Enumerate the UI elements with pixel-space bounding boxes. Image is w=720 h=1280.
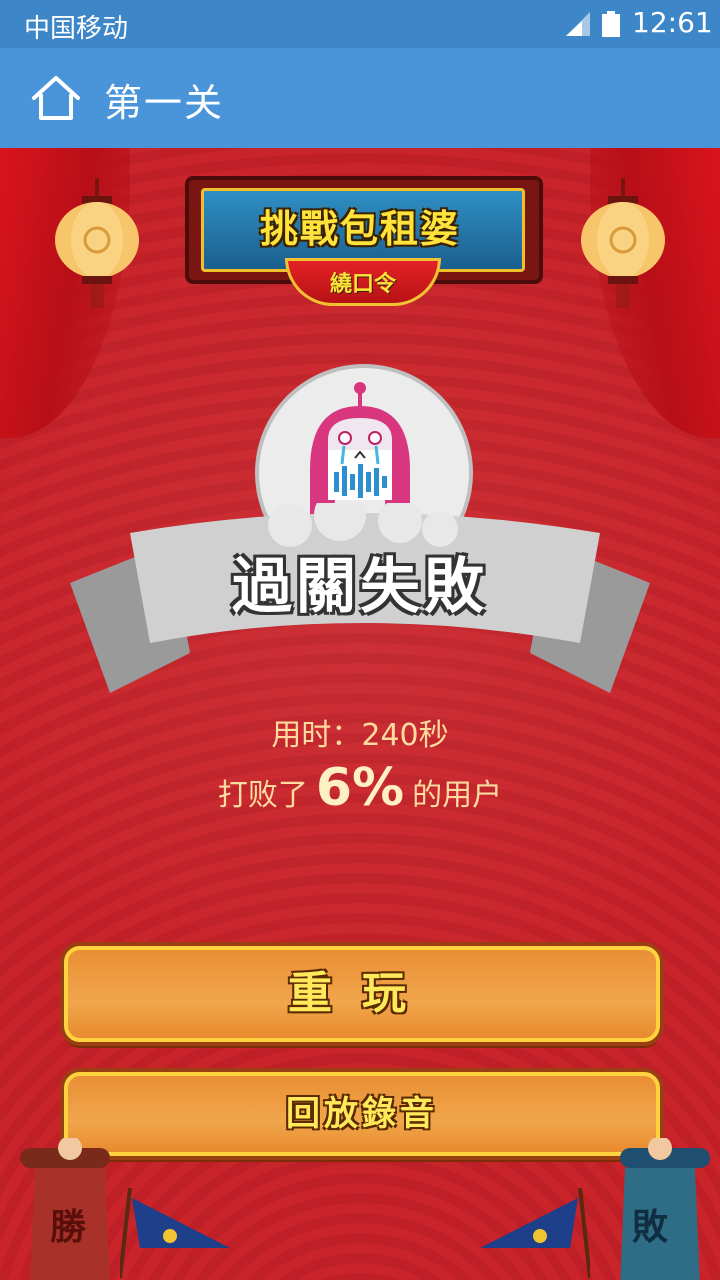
- game-stage: 挑戰包租婆 繞口令 過關失敗 用时：240秒 打败了 6% 的用户 重玩 回放錄…: [0, 148, 720, 1280]
- page-title: 第一关: [104, 81, 225, 125]
- clock: 12:61: [632, 6, 713, 39]
- flag-icon: [480, 1188, 590, 1278]
- carrier-label: 中国移动: [24, 14, 129, 44]
- title-signboard: 挑戰包租婆 繞口令: [165, 158, 555, 308]
- beat-stat: 打败了 6% 的用户: [0, 758, 720, 818]
- playback-recording-button[interactable]: 回放錄音: [64, 1072, 660, 1156]
- home-icon[interactable]: [30, 72, 82, 124]
- status-bar: 中国移动 12:61: [0, 0, 720, 48]
- left-soldier-label: 勝: [50, 1207, 87, 1248]
- result-banner-text: 過關失敗: [232, 552, 488, 622]
- time-used: 用时：240秒: [0, 710, 720, 754]
- app-bar: 第一关: [0, 48, 720, 148]
- beat-percent: 6%: [315, 758, 405, 818]
- signboard-subtitle: 繞口令: [329, 272, 396, 297]
- beat-prefix: 打败了: [217, 778, 308, 813]
- signboard-title: 挑戰包租婆: [259, 207, 460, 251]
- battery-icon: [602, 11, 620, 37]
- time-value: 240秒: [361, 718, 449, 753]
- beat-suffix: 的用户: [412, 778, 503, 813]
- signal-icon: [566, 12, 590, 36]
- replay-button[interactable]: 重玩: [64, 946, 660, 1042]
- right-soldier-label: 敗: [632, 1207, 669, 1248]
- lantern-icon: [55, 178, 139, 308]
- lantern-icon: [581, 178, 665, 308]
- time-label: 用时：: [271, 718, 362, 753]
